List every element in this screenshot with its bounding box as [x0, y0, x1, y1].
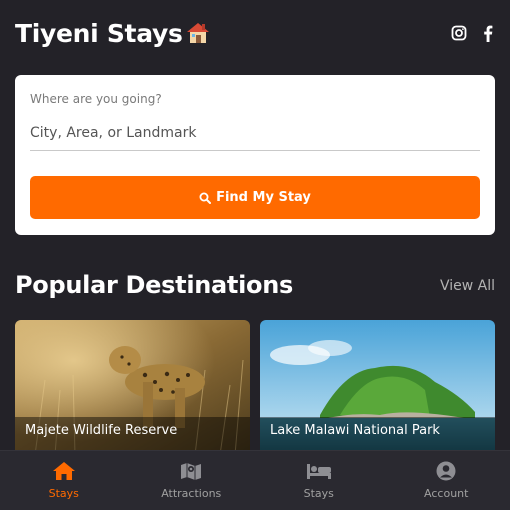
- bed-icon: [306, 464, 331, 479]
- search-input[interactable]: [30, 115, 480, 151]
- account-icon: [436, 461, 456, 481]
- destination-name: Majete Wildlife Reserve: [25, 423, 178, 438]
- nav-item-attractions[interactable]: Attractions: [128, 451, 256, 510]
- nav-item-stays[interactable]: Stays: [0, 451, 128, 510]
- nav-item-stays-bed[interactable]: Stays: [255, 451, 383, 510]
- search-card: Where are you going? Find My Stay: [15, 75, 495, 235]
- bottom-nav: Stays Attractions Stays Account: [0, 450, 510, 510]
- app-header: Tiyeni Stays: [15, 16, 495, 50]
- home-icon: [52, 462, 75, 480]
- section-title: Popular Destinations: [15, 271, 293, 299]
- search-label: Where are you going?: [30, 92, 162, 106]
- nav-label: Stays: [303, 487, 334, 500]
- find-my-stay-label: Find My Stay: [216, 190, 311, 205]
- nav-label: Stays: [48, 487, 79, 500]
- nav-label: Account: [424, 487, 469, 500]
- destination-card-majete[interactable]: Majete Wildlife Reserve: [15, 320, 250, 455]
- view-all-link[interactable]: View All: [440, 278, 495, 294]
- instagram-icon[interactable]: [451, 25, 467, 41]
- brand-title: Tiyeni Stays: [15, 18, 183, 48]
- search-icon: [199, 192, 212, 204]
- nav-item-account[interactable]: Account: [383, 451, 510, 510]
- social-links: [451, 25, 493, 42]
- destination-card-lake-malawi[interactable]: Lake Malawi National Park: [260, 320, 495, 455]
- brand[interactable]: Tiyeni Stays: [15, 19, 211, 48]
- map-icon: [181, 463, 202, 480]
- facebook-icon[interactable]: [483, 25, 493, 42]
- house-emoji-icon: [186, 23, 209, 43]
- find-my-stay-button[interactable]: Find My Stay: [30, 176, 480, 219]
- nav-label: Attractions: [161, 487, 222, 500]
- destination-name: Lake Malawi National Park: [270, 423, 440, 438]
